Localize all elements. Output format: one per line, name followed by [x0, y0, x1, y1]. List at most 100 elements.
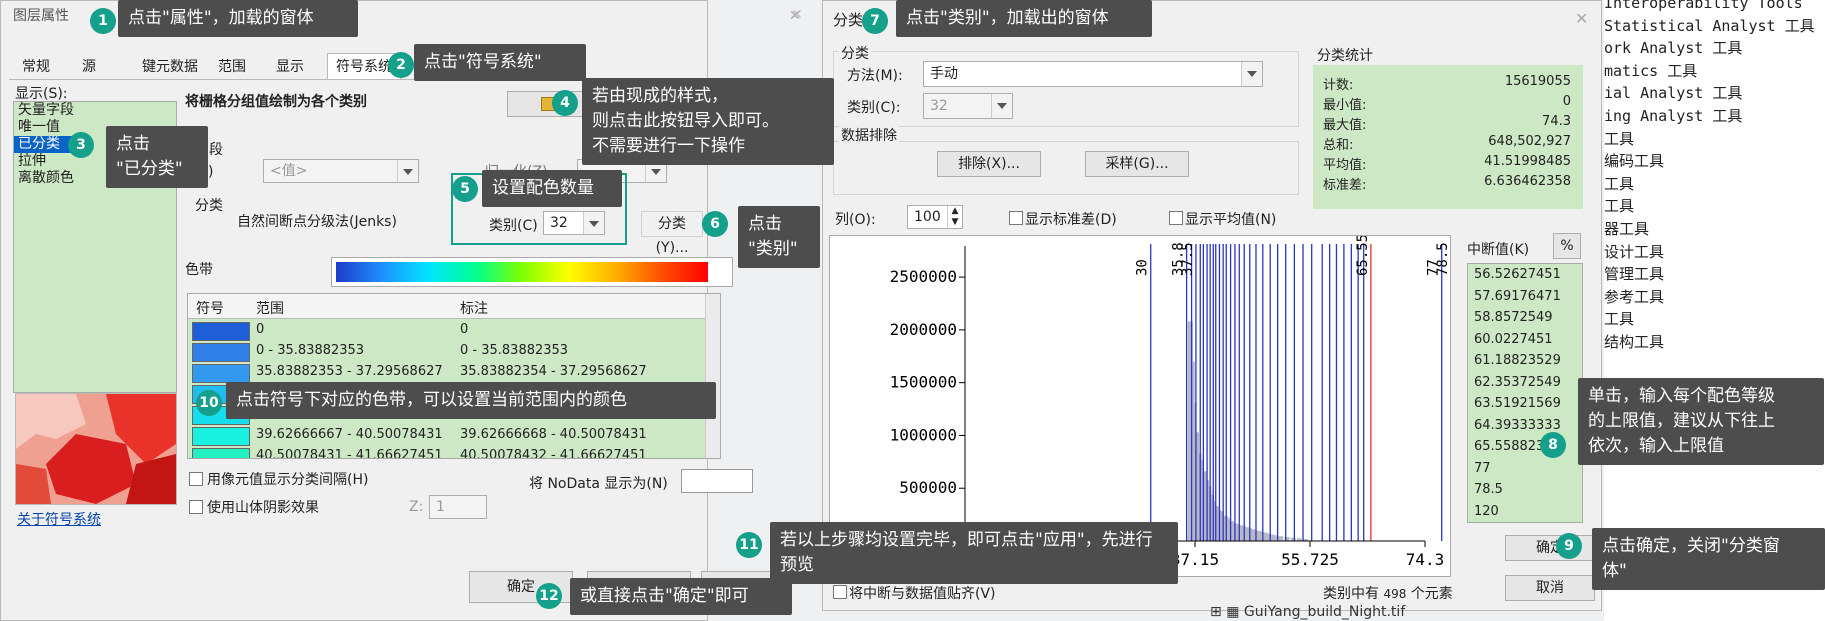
label-cell[interactable]: 39.62666668 - 40.50078431 — [460, 427, 647, 442]
value-select[interactable]: <值> — [263, 159, 419, 183]
range-cell[interactable]: 35.83882353 - 37.29568627 — [256, 364, 443, 379]
table-row[interactable]: 40.50078431 - 41.66627451 40.50078432 - 4… — [188, 446, 706, 458]
symbol-swatch[interactable] — [192, 448, 250, 458]
show-class-breaks-checkbox[interactable] — [189, 472, 203, 486]
toolbox-item[interactable]: ial Analyst 工具 — [1604, 82, 1815, 105]
x-tick-label: 37.15 — [1171, 550, 1219, 569]
toolbox-list: Interoperability Tools Statistical Analys… — [1604, 0, 1815, 354]
toolbox-item[interactable]: 参考工具 — [1604, 286, 1815, 309]
snap-checkbox[interactable] — [833, 585, 847, 599]
toolbox-item[interactable]: 工具 — [1604, 128, 1815, 151]
annotation-callout: 点击"类别"，加载出的窗体 — [896, 0, 1152, 37]
stat-row: 最大值: 74.3 — [1313, 111, 1583, 133]
break-value[interactable]: 61.18823529 — [1468, 350, 1582, 372]
columns-label: 列(O): — [835, 212, 876, 228]
range-cell[interactable]: 39.62666667 - 40.50078431 — [256, 427, 443, 442]
method-select[interactable]: 手动 — [923, 61, 1263, 87]
nodata-color-picker[interactable] — [681, 469, 753, 493]
break-value[interactable]: 120 — [1468, 501, 1582, 523]
toolbox-item[interactable]: Interoperability Tools — [1604, 0, 1815, 15]
color-ramp-select[interactable] — [331, 257, 733, 287]
classes-select[interactable]: 32 — [923, 93, 1013, 119]
break-value[interactable]: 64.39333333 — [1468, 415, 1582, 437]
classify-button[interactable]: 分类(Y)... — [641, 211, 703, 256]
header-symbol[interactable]: 符号 — [196, 298, 224, 318]
break-value[interactable]: 62.35372549 — [1468, 372, 1582, 394]
import-button[interactable] — [507, 91, 593, 117]
break-value[interactable]: 60.0227451 — [1468, 329, 1582, 351]
table-row[interactable]: 35.83882353 - 37.29568627 35.83882354 - 3… — [188, 362, 706, 383]
break-value[interactable]: 77 — [1468, 458, 1582, 480]
toolbox-item[interactable]: 器工具 — [1604, 218, 1815, 241]
break-value[interactable]: 58.8572549 — [1468, 307, 1582, 329]
toolbox-item[interactable]: ork Analyst 工具 — [1604, 37, 1815, 60]
symbology-heading: 将栅格分组值绘制为各个类别 — [185, 94, 367, 110]
tab-source[interactable]: 源 — [73, 53, 105, 81]
toolbox-item[interactable]: ing Analyst 工具 — [1604, 105, 1815, 128]
show-mean-checkbox[interactable] — [1169, 211, 1183, 225]
file-entry[interactable]: ⊞ ▦ GuiYang_build_Night.tif — [1210, 604, 1405, 620]
toolbox-item[interactable]: 管理工具 — [1604, 263, 1815, 286]
spinner-icon[interactable]: ▲ ▼ — [947, 206, 962, 228]
tab-general[interactable]: 常规 — [13, 53, 59, 81]
symbol-swatch[interactable] — [192, 364, 250, 383]
step-number-badge: 7 — [862, 8, 888, 34]
label-cell[interactable]: 0 - 35.83882353 — [460, 343, 568, 358]
step-number-badge: 9 — [1556, 533, 1582, 559]
range-cell[interactable]: 0 - 35.83882353 — [256, 343, 364, 358]
toolbox-item[interactable]: matics 工具 — [1604, 60, 1815, 83]
scrollbar[interactable] — [705, 294, 720, 458]
x-tick-label: 55.725 — [1281, 550, 1339, 569]
about-symbology-link[interactable]: 关于符号系统 — [17, 509, 101, 529]
toolbox-item[interactable]: 工具 — [1604, 173, 1815, 196]
toolbox-item[interactable]: 编码工具 — [1604, 150, 1815, 173]
z-input[interactable]: 1 — [429, 495, 487, 519]
symbol-swatch[interactable] — [192, 427, 250, 446]
range-cell[interactable]: 0 — [256, 322, 264, 337]
table-row[interactable]: 00 — [188, 320, 706, 341]
break-value[interactable]: 56.52627451 — [1468, 264, 1582, 286]
table-row[interactable]: 39.62666667 - 40.50078431 39.62666668 - 4… — [188, 425, 706, 446]
label-cell[interactable]: 40.50078432 - 41.66627451 — [460, 448, 647, 458]
tab-display[interactable]: 显示 — [267, 53, 313, 81]
close-icon[interactable]: ✕ — [791, 7, 803, 23]
tab-extent[interactable]: 范围 — [209, 53, 255, 81]
toolbox-item[interactable]: Statistical Analyst 工具 — [1604, 15, 1815, 38]
break-value[interactable]: 78.5 — [1468, 479, 1582, 501]
columns-input[interactable]: 100 ▲ ▼ — [907, 205, 963, 229]
symbol-swatch[interactable] — [192, 322, 250, 341]
toolbox-item[interactable]: 设计工具 — [1604, 241, 1815, 264]
percent-button[interactable]: % — [1553, 233, 1581, 259]
close-icon[interactable]: ✕ — [1575, 9, 1588, 28]
classify-cancel-button[interactable]: 取消 — [1505, 575, 1595, 601]
method-text: 自然间断点分级法(Jenks) — [237, 214, 397, 230]
break-value[interactable]: 63.51921569 — [1468, 393, 1582, 415]
stat-value: 74.3 — [1542, 114, 1571, 129]
break-value[interactable]: 57.69176471 — [1468, 286, 1582, 308]
label-cell[interactable]: 0 — [460, 322, 468, 337]
step-number-badge: 1 — [90, 8, 116, 34]
stat-value: 6.636462358 — [1484, 174, 1571, 189]
show-item-vector-field[interactable]: 矢量字段 — [14, 102, 176, 119]
x-tick-label: 74.3 — [1406, 550, 1445, 569]
breaks-list: 56.52627451 57.69176471 58.8572549 60.02274… — [1467, 263, 1583, 523]
show-label: 显示(S): — [15, 86, 68, 102]
header-label[interactable]: 标注 — [460, 298, 488, 318]
range-cell[interactable]: 40.50078431 - 41.66627451 — [256, 448, 443, 458]
toolbox-item[interactable]: 结构工具 — [1604, 331, 1815, 354]
toolbox-item[interactable]: 工具 — [1604, 308, 1815, 331]
hillshade-checkbox[interactable] — [189, 500, 203, 514]
annotation-callout: 点击 "已分类" — [106, 126, 208, 188]
table-row[interactable]: 0 - 35.83882353 0 - 35.83882353 — [188, 341, 706, 362]
tab-key-metadata[interactable]: 键元数据 — [133, 53, 207, 81]
exclude-button[interactable]: 排除(X)... — [937, 151, 1041, 177]
symbol-table: 符号 范围 标注 000 - 35.83882353 0 - 35.8388235… — [187, 293, 721, 459]
label-cell[interactable]: 35.83882354 - 37.29568627 — [460, 364, 647, 379]
header-range[interactable]: 范围 — [256, 298, 284, 318]
sample-button[interactable]: 采样(G)... — [1085, 151, 1189, 177]
show-std-checkbox[interactable] — [1009, 211, 1023, 225]
toolbox-item[interactable]: 工具 — [1604, 195, 1815, 218]
symbol-swatch[interactable] — [192, 343, 250, 362]
classify-window-title: 分类 — [833, 11, 864, 29]
classify-window: 分类 ✕ 分类 方法(M): 手动 类别(C): 32 数据排除 排除(X)..… — [822, 0, 1602, 611]
